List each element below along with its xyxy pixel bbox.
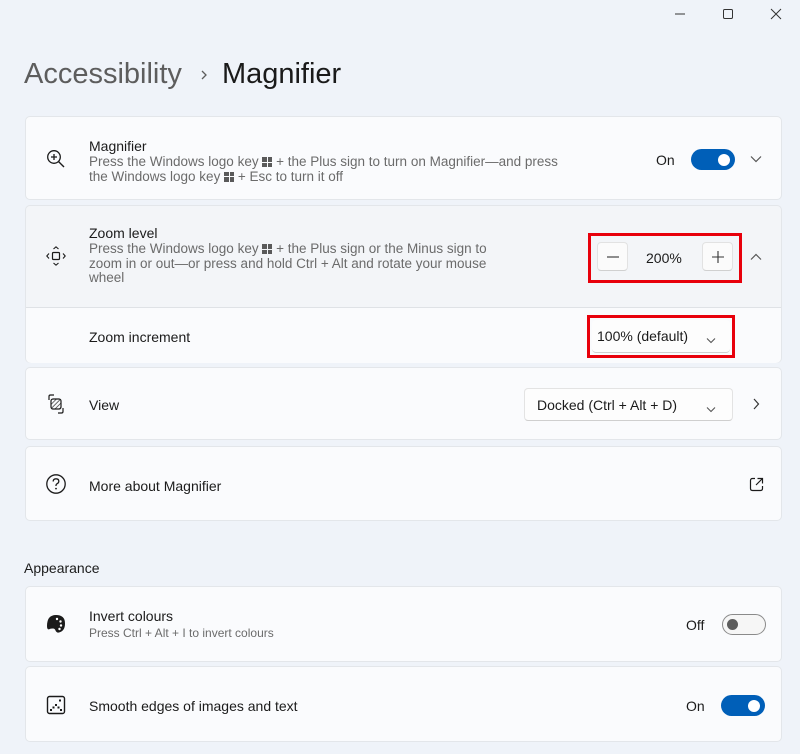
zoom-level-value: 200%	[646, 250, 682, 266]
minimize-button[interactable]	[656, 0, 704, 28]
invert-colours-toggle[interactable]	[722, 614, 766, 635]
smooth-edges-toggle-label: On	[686, 698, 705, 714]
view-title: View	[89, 397, 120, 413]
help-circle-icon	[44, 472, 68, 496]
zoom-increment-title: Zoom increment	[89, 329, 191, 345]
view-dropdown[interactable]: Docked (Ctrl + Alt + D)	[524, 388, 733, 421]
chevron-right-icon[interactable]	[748, 396, 764, 412]
magnifier-toggle-label: On	[656, 152, 675, 168]
view-card[interactable]: View Docked (Ctrl + Alt + D)	[25, 367, 782, 440]
zoom-level-card: Zoom level Press the Windows logo key + …	[25, 205, 782, 363]
maximize-button[interactable]	[704, 0, 752, 28]
windows-logo-icon	[262, 244, 273, 254]
minus-icon	[606, 255, 619, 258]
chevron-down-icon[interactable]	[748, 151, 764, 167]
zoom-increment-row: Zoom increment 100% (default)	[26, 307, 781, 363]
windows-logo-icon	[262, 157, 273, 167]
open-external-icon[interactable]	[748, 476, 764, 492]
invert-colours-description: Press Ctrl + Alt + I to invert colours	[89, 626, 274, 640]
close-icon	[770, 8, 782, 20]
invert-colours-card: Invert colours Press Ctrl + Alt + I to i…	[25, 586, 782, 662]
smooth-edges-title: Smooth edges of images and text	[89, 698, 298, 714]
breadcrumb: Accessibility Magnifier	[24, 58, 341, 91]
smooth-edges-icon	[44, 693, 68, 717]
smooth-edges-card: Smooth edges of images and text On	[25, 666, 782, 742]
maximize-icon	[723, 9, 733, 19]
move-arrows-icon	[44, 244, 68, 268]
chevron-right-icon	[200, 69, 208, 81]
magnifier-toggle[interactable]	[691, 149, 735, 170]
zoom-decrease-button[interactable]	[597, 242, 628, 271]
appearance-section-title: Appearance	[24, 560, 100, 576]
zoom-level-description: Press the Windows logo key + the Plus si…	[89, 241, 487, 285]
zoom-level-title: Zoom level	[89, 225, 158, 241]
zoom-increase-button[interactable]	[702, 242, 733, 271]
magnifier-title: Magnifier	[89, 138, 147, 154]
windows-logo-icon	[224, 171, 235, 182]
chevron-down-icon	[706, 331, 716, 347]
zoom-in-icon	[44, 147, 68, 171]
magnifier-card[interactable]: Magnifier Press the Windows logo key + t…	[25, 116, 782, 200]
window-controls	[656, 0, 800, 28]
chevron-up-icon[interactable]	[748, 249, 764, 265]
chevron-down-icon	[706, 400, 716, 416]
invert-colours-title: Invert colours	[89, 608, 174, 624]
breadcrumb-parent[interactable]: Accessibility	[24, 58, 182, 91]
minimize-icon	[675, 13, 685, 15]
smooth-edges-toggle[interactable]	[721, 695, 765, 716]
close-button[interactable]	[752, 0, 800, 28]
palette-icon	[44, 612, 68, 636]
page-title: Magnifier	[221, 58, 342, 90]
zoom-increment-dropdown[interactable]: 100% (default)	[592, 320, 730, 353]
invert-colours-toggle-label: Off	[686, 617, 705, 633]
more-about-card[interactable]: More about Magnifier	[25, 446, 782, 521]
more-about-title[interactable]: More about Magnifier	[89, 477, 221, 495]
view-layers-icon	[44, 392, 68, 416]
plus-icon	[711, 250, 724, 263]
magnifier-description: Press the Windows logo key + the Plus si…	[89, 154, 558, 184]
